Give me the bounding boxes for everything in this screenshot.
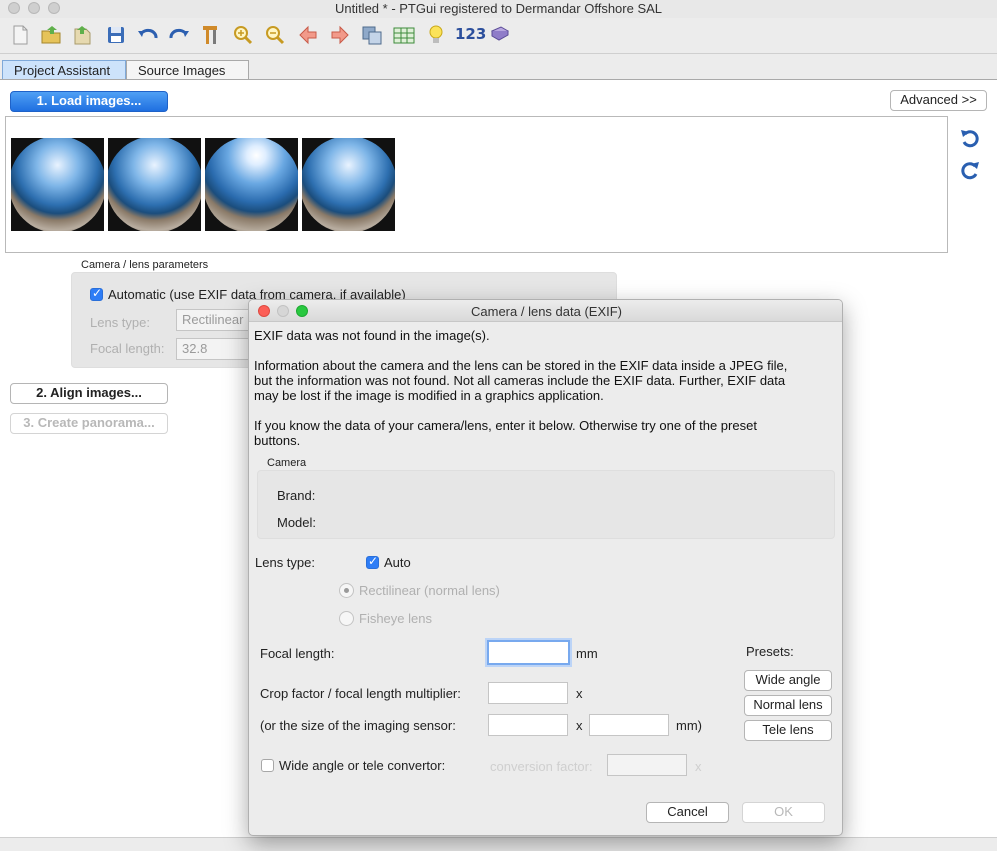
automatic-exif-checkbox[interactable] — [90, 286, 103, 301]
dialog-focal-length-label: Focal length: — [260, 646, 335, 661]
help-book-icon[interactable] — [489, 24, 511, 46]
focal-length-label: Focal length: — [90, 341, 165, 356]
open-images-icon[interactable] — [72, 24, 94, 46]
redo-icon[interactable] — [168, 24, 190, 46]
exif-info-line-2: but the information was not found. Not a… — [254, 373, 786, 388]
fisheye-radio[interactable] — [339, 611, 354, 626]
create-panorama-button[interactable]: 3. Create panorama... — [10, 413, 168, 434]
panorama-editor-icon[interactable] — [361, 24, 383, 46]
ok-button[interactable]: OK — [742, 802, 825, 823]
exif-not-found-text: EXIF data was not found in the image(s). — [254, 328, 490, 343]
tele-lens-preset-button[interactable]: Tele lens — [744, 720, 832, 741]
advanced-button[interactable]: Advanced >> — [890, 90, 987, 111]
lens-type-label: Lens type: — [90, 315, 150, 330]
conversion-factor-x: x — [695, 759, 702, 774]
load-images-button[interactable]: 1. Load images... — [10, 91, 168, 112]
sensor-size-label: (or the size of the imaging sensor: — [260, 718, 456, 733]
brand-label: Brand: — [277, 488, 316, 503]
table-icon[interactable] — [393, 24, 415, 46]
camera-lens-group-label: Camera / lens parameters — [81, 259, 209, 271]
image-thumbnail[interactable] — [108, 138, 201, 231]
tools-icon[interactable] — [200, 24, 222, 46]
sensor-height-input[interactable] — [589, 714, 669, 736]
auto-lens-checkbox[interactable] — [366, 554, 379, 569]
conversion-factor-label: conversion factor: — [490, 759, 593, 774]
image-thumbnail[interactable] — [302, 138, 395, 231]
rectilinear-label: Rectilinear (normal lens) — [359, 583, 500, 598]
numbers-icon[interactable]: 123 — [455, 25, 486, 43]
undo-icon[interactable] — [137, 24, 159, 46]
exif-info-line-3: may be lost if the image is modified in … — [254, 388, 604, 403]
enter-data-line-1: If you know the data of your camera/lens… — [254, 418, 757, 433]
window-title: Untitled * - PTGui registered to Dermand… — [334, 1, 663, 16]
tab-source-images[interactable]: Source Images — [126, 60, 249, 81]
dialog-titlebar: Camera / lens data (EXIF) — [249, 300, 842, 322]
wide-angle-preset-button[interactable]: Wide angle — [744, 670, 832, 691]
conversion-factor-input[interactable] — [607, 754, 687, 776]
normal-lens-preset-button[interactable]: Normal lens — [744, 695, 832, 716]
convertor-label: Wide angle or tele convertor: — [279, 758, 446, 773]
rotate-left-icon[interactable] — [960, 128, 980, 148]
exif-info-line-1: Information about the camera and the len… — [254, 358, 788, 373]
camera-group — [257, 470, 835, 539]
image-thumbnail[interactable] — [205, 138, 298, 231]
status-bar — [0, 837, 997, 851]
sensor-unit: mm) — [676, 718, 702, 733]
rectilinear-radio[interactable] — [339, 583, 354, 598]
image-thumbnail[interactable] — [11, 138, 104, 231]
auto-label: Auto — [384, 555, 411, 570]
convertor-checkbox[interactable] — [261, 759, 274, 772]
image-thumbnails-panel — [5, 116, 948, 253]
crop-factor-label: Crop factor / focal length multiplier: — [260, 686, 461, 701]
toolbar: 123 — [0, 18, 997, 54]
new-document-icon[interactable] — [9, 24, 31, 46]
zoom-in-icon[interactable] — [232, 24, 254, 46]
rotate-right-icon[interactable] — [960, 160, 980, 180]
tab-bar: Project Assistant Source Images — [0, 54, 997, 81]
window-titlebar: Untitled * - PTGui registered to Dermand… — [0, 0, 997, 18]
crop-factor-x: x — [576, 686, 583, 701]
next-icon[interactable] — [329, 24, 351, 46]
zoom-out-icon[interactable] — [264, 24, 286, 46]
crop-factor-input[interactable] — [488, 682, 568, 704]
save-icon[interactable] — [105, 24, 127, 46]
presets-label: Presets: — [746, 644, 794, 659]
lightbulb-icon[interactable] — [425, 24, 447, 46]
enter-data-line-2: buttons. — [254, 433, 301, 448]
previous-icon[interactable] — [297, 24, 319, 46]
focal-length-field[interactable] — [487, 640, 570, 665]
fisheye-label: Fisheye lens — [359, 611, 432, 626]
open-folder-icon[interactable] — [40, 24, 62, 46]
camera-lens-exif-dialog: Camera / lens data (EXIF) EXIF data was … — [248, 299, 843, 836]
dialog-title: Camera / lens data (EXIF) — [471, 304, 622, 319]
align-images-button[interactable]: 2. Align images... — [10, 383, 168, 404]
camera-group-label: Camera — [267, 457, 307, 469]
focal-length-unit: mm — [576, 646, 598, 661]
dialog-lens-type-label: Lens type: — [255, 555, 315, 570]
tab-project-assistant[interactable]: Project Assistant — [2, 60, 126, 81]
cancel-button[interactable]: Cancel — [646, 802, 729, 823]
sensor-x: x — [576, 718, 583, 733]
sensor-width-input[interactable] — [488, 714, 568, 736]
model-label: Model: — [277, 515, 317, 530]
